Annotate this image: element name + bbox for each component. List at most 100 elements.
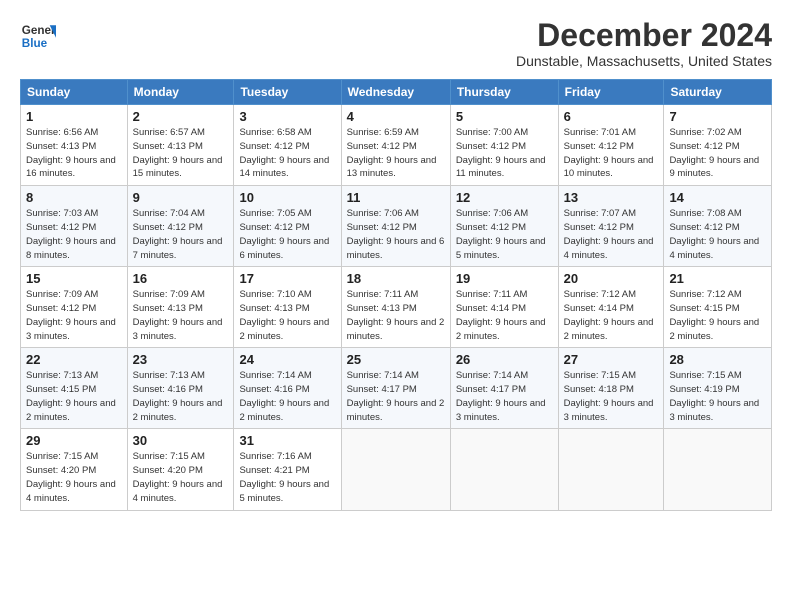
day-info: Sunrise: 7:09 AMSunset: 4:13 PMDaylight:… bbox=[133, 289, 223, 341]
day-cell: 3 Sunrise: 6:58 AMSunset: 4:12 PMDayligh… bbox=[234, 105, 341, 186]
day-info: Sunrise: 7:02 AMSunset: 4:12 PMDaylight:… bbox=[669, 127, 759, 179]
month-title: December 2024 bbox=[516, 18, 772, 53]
day-info: Sunrise: 7:15 AMSunset: 4:19 PMDaylight:… bbox=[669, 370, 759, 422]
day-info: Sunrise: 7:14 AMSunset: 4:17 PMDaylight:… bbox=[456, 370, 546, 422]
day-cell: 31 Sunrise: 7:16 AMSunset: 4:21 PMDaylig… bbox=[234, 429, 341, 510]
day-cell: 27 Sunrise: 7:15 AMSunset: 4:18 PMDaylig… bbox=[558, 348, 664, 429]
header-row: SundayMondayTuesdayWednesdayThursdayFrid… bbox=[21, 80, 772, 105]
day-cell: 10 Sunrise: 7:05 AMSunset: 4:12 PMDaylig… bbox=[234, 186, 341, 267]
day-number: 3 bbox=[239, 109, 335, 124]
day-info: Sunrise: 7:09 AMSunset: 4:12 PMDaylight:… bbox=[26, 289, 116, 341]
day-info: Sunrise: 6:57 AMSunset: 4:13 PMDaylight:… bbox=[133, 127, 223, 179]
day-number: 12 bbox=[456, 190, 553, 205]
day-number: 21 bbox=[669, 271, 766, 286]
day-info: Sunrise: 7:14 AMSunset: 4:16 PMDaylight:… bbox=[239, 370, 329, 422]
day-cell: 2 Sunrise: 6:57 AMSunset: 4:13 PMDayligh… bbox=[127, 105, 234, 186]
day-cell: 30 Sunrise: 7:15 AMSunset: 4:20 PMDaylig… bbox=[127, 429, 234, 510]
day-number: 24 bbox=[239, 352, 335, 367]
day-cell: 23 Sunrise: 7:13 AMSunset: 4:16 PMDaylig… bbox=[127, 348, 234, 429]
day-info: Sunrise: 7:11 AMSunset: 4:13 PMDaylight:… bbox=[347, 289, 445, 341]
day-number: 5 bbox=[456, 109, 553, 124]
title-block: December 2024 Dunstable, Massachusetts, … bbox=[516, 18, 772, 69]
day-number: 10 bbox=[239, 190, 335, 205]
day-cell bbox=[664, 429, 772, 510]
day-cell: 7 Sunrise: 7:02 AMSunset: 4:12 PMDayligh… bbox=[664, 105, 772, 186]
day-cell: 1 Sunrise: 6:56 AMSunset: 4:13 PMDayligh… bbox=[21, 105, 128, 186]
day-cell: 12 Sunrise: 7:06 AMSunset: 4:12 PMDaylig… bbox=[450, 186, 558, 267]
day-info: Sunrise: 7:07 AMSunset: 4:12 PMDaylight:… bbox=[564, 208, 654, 260]
day-cell: 19 Sunrise: 7:11 AMSunset: 4:14 PMDaylig… bbox=[450, 267, 558, 348]
logo: General Blue bbox=[20, 18, 56, 54]
day-cell: 11 Sunrise: 7:06 AMSunset: 4:12 PMDaylig… bbox=[341, 186, 450, 267]
col-header-saturday: Saturday bbox=[664, 80, 772, 105]
day-number: 27 bbox=[564, 352, 659, 367]
day-number: 15 bbox=[26, 271, 122, 286]
day-cell: 16 Sunrise: 7:09 AMSunset: 4:13 PMDaylig… bbox=[127, 267, 234, 348]
col-header-friday: Friday bbox=[558, 80, 664, 105]
day-number: 26 bbox=[456, 352, 553, 367]
day-number: 17 bbox=[239, 271, 335, 286]
day-cell: 14 Sunrise: 7:08 AMSunset: 4:12 PMDaylig… bbox=[664, 186, 772, 267]
day-cell bbox=[341, 429, 450, 510]
week-row-4: 22 Sunrise: 7:13 AMSunset: 4:15 PMDaylig… bbox=[21, 348, 772, 429]
day-cell: 21 Sunrise: 7:12 AMSunset: 4:15 PMDaylig… bbox=[664, 267, 772, 348]
day-cell: 17 Sunrise: 7:10 AMSunset: 4:13 PMDaylig… bbox=[234, 267, 341, 348]
col-header-sunday: Sunday bbox=[21, 80, 128, 105]
day-info: Sunrise: 6:56 AMSunset: 4:13 PMDaylight:… bbox=[26, 127, 116, 179]
day-cell: 8 Sunrise: 7:03 AMSunset: 4:12 PMDayligh… bbox=[21, 186, 128, 267]
week-row-1: 1 Sunrise: 6:56 AMSunset: 4:13 PMDayligh… bbox=[21, 105, 772, 186]
week-row-2: 8 Sunrise: 7:03 AMSunset: 4:12 PMDayligh… bbox=[21, 186, 772, 267]
day-number: 18 bbox=[347, 271, 445, 286]
day-info: Sunrise: 6:59 AMSunset: 4:12 PMDaylight:… bbox=[347, 127, 437, 179]
day-info: Sunrise: 6:58 AMSunset: 4:12 PMDaylight:… bbox=[239, 127, 329, 179]
col-header-tuesday: Tuesday bbox=[234, 80, 341, 105]
day-cell bbox=[558, 429, 664, 510]
day-number: 23 bbox=[133, 352, 229, 367]
day-cell: 28 Sunrise: 7:15 AMSunset: 4:19 PMDaylig… bbox=[664, 348, 772, 429]
day-number: 1 bbox=[26, 109, 122, 124]
svg-text:Blue: Blue bbox=[22, 37, 48, 50]
subtitle: Dunstable, Massachusetts, United States bbox=[516, 53, 772, 69]
day-number: 16 bbox=[133, 271, 229, 286]
day-info: Sunrise: 7:10 AMSunset: 4:13 PMDaylight:… bbox=[239, 289, 329, 341]
day-cell: 18 Sunrise: 7:11 AMSunset: 4:13 PMDaylig… bbox=[341, 267, 450, 348]
day-number: 13 bbox=[564, 190, 659, 205]
header: General Blue December 2024 Dunstable, Ma… bbox=[20, 18, 772, 69]
day-number: 19 bbox=[456, 271, 553, 286]
day-info: Sunrise: 7:13 AMSunset: 4:15 PMDaylight:… bbox=[26, 370, 116, 422]
day-cell: 5 Sunrise: 7:00 AMSunset: 4:12 PMDayligh… bbox=[450, 105, 558, 186]
day-cell: 9 Sunrise: 7:04 AMSunset: 4:12 PMDayligh… bbox=[127, 186, 234, 267]
day-info: Sunrise: 7:06 AMSunset: 4:12 PMDaylight:… bbox=[456, 208, 546, 260]
day-number: 11 bbox=[347, 190, 445, 205]
day-number: 7 bbox=[669, 109, 766, 124]
day-number: 9 bbox=[133, 190, 229, 205]
day-number: 20 bbox=[564, 271, 659, 286]
day-info: Sunrise: 7:03 AMSunset: 4:12 PMDaylight:… bbox=[26, 208, 116, 260]
day-info: Sunrise: 7:16 AMSunset: 4:21 PMDaylight:… bbox=[239, 451, 329, 503]
day-number: 6 bbox=[564, 109, 659, 124]
day-cell: 24 Sunrise: 7:14 AMSunset: 4:16 PMDaylig… bbox=[234, 348, 341, 429]
day-info: Sunrise: 7:00 AMSunset: 4:12 PMDaylight:… bbox=[456, 127, 546, 179]
week-row-5: 29 Sunrise: 7:15 AMSunset: 4:20 PMDaylig… bbox=[21, 429, 772, 510]
day-info: Sunrise: 7:11 AMSunset: 4:14 PMDaylight:… bbox=[456, 289, 546, 341]
day-cell: 29 Sunrise: 7:15 AMSunset: 4:20 PMDaylig… bbox=[21, 429, 128, 510]
day-info: Sunrise: 7:06 AMSunset: 4:12 PMDaylight:… bbox=[347, 208, 445, 260]
week-row-3: 15 Sunrise: 7:09 AMSunset: 4:12 PMDaylig… bbox=[21, 267, 772, 348]
col-header-monday: Monday bbox=[127, 80, 234, 105]
day-number: 14 bbox=[669, 190, 766, 205]
day-number: 29 bbox=[26, 433, 122, 448]
day-cell: 22 Sunrise: 7:13 AMSunset: 4:15 PMDaylig… bbox=[21, 348, 128, 429]
day-info: Sunrise: 7:15 AMSunset: 4:20 PMDaylight:… bbox=[133, 451, 223, 503]
calendar-table: SundayMondayTuesdayWednesdayThursdayFrid… bbox=[20, 79, 772, 510]
day-cell: 26 Sunrise: 7:14 AMSunset: 4:17 PMDaylig… bbox=[450, 348, 558, 429]
col-header-thursday: Thursday bbox=[450, 80, 558, 105]
day-cell: 4 Sunrise: 6:59 AMSunset: 4:12 PMDayligh… bbox=[341, 105, 450, 186]
day-info: Sunrise: 7:13 AMSunset: 4:16 PMDaylight:… bbox=[133, 370, 223, 422]
day-number: 25 bbox=[347, 352, 445, 367]
day-cell bbox=[450, 429, 558, 510]
day-number: 8 bbox=[26, 190, 122, 205]
logo-icon: General Blue bbox=[20, 18, 56, 54]
day-info: Sunrise: 7:04 AMSunset: 4:12 PMDaylight:… bbox=[133, 208, 223, 260]
day-cell: 13 Sunrise: 7:07 AMSunset: 4:12 PMDaylig… bbox=[558, 186, 664, 267]
day-number: 4 bbox=[347, 109, 445, 124]
